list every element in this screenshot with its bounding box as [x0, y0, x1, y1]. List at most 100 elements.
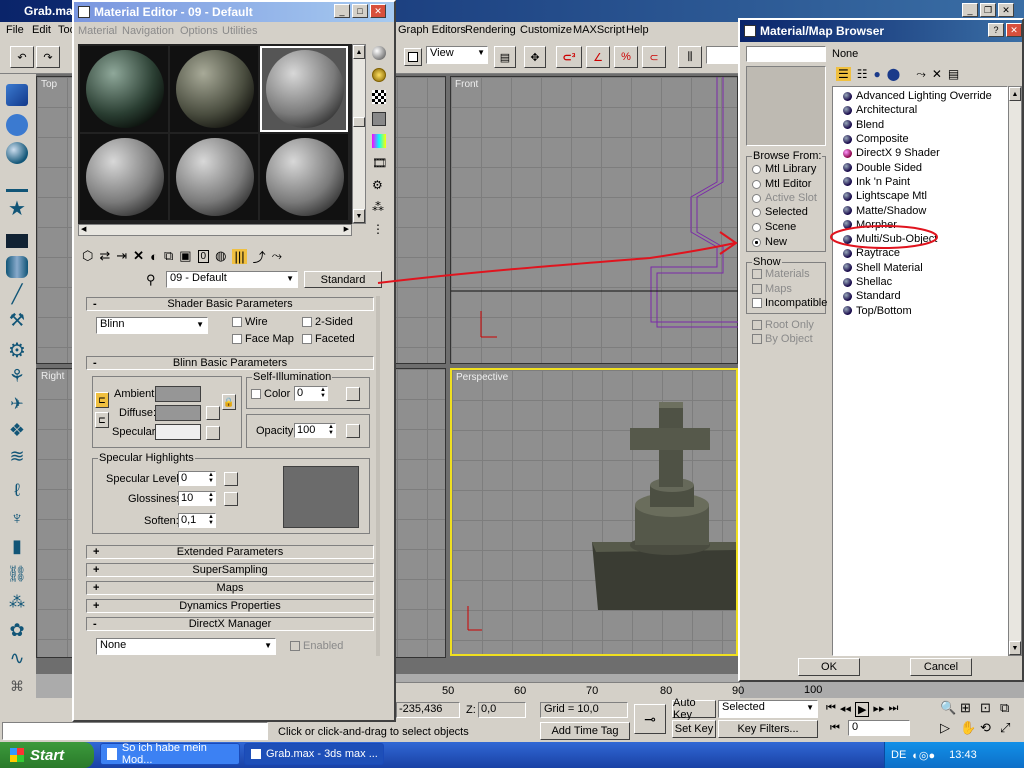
key-filters-button[interactable]: Key Filters... [718, 720, 818, 738]
list-item[interactable]: Double Sided [833, 160, 1007, 174]
med-maximize-icon[interactable]: □ [352, 4, 368, 18]
options-icon[interactable]: ⚙ [372, 178, 383, 192]
list-item[interactable]: Top/Bottom [833, 303, 1007, 317]
viewport-perspective[interactable]: Perspective [450, 368, 738, 656]
angle-snap-icon[interactable]: ∠ [586, 46, 610, 68]
list-item[interactable]: Architectural [833, 103, 1007, 117]
undo-icon[interactable]: ↶ [10, 46, 34, 68]
specular-swatch[interactable] [155, 424, 201, 440]
list-item[interactable]: Morpher [833, 218, 1007, 232]
show-maps-checkbox[interactable]: Maps [752, 283, 792, 295]
sample-uv-tiling-icon[interactable] [372, 112, 386, 126]
create-box-icon[interactable] [6, 84, 28, 106]
tray-icons[interactable]: ◐◎● [912, 749, 935, 762]
show-map-in-viewport-icon[interactable]: ◍ [215, 248, 226, 264]
diffuse-map-button[interactable] [206, 406, 220, 420]
update-scene-icon[interactable]: ⤳ [916, 67, 926, 82]
camera-icon[interactable] [6, 234, 28, 248]
frame-field[interactable]: 0 [848, 720, 910, 736]
med-scrollbar-track[interactable] [376, 296, 380, 656]
list-item[interactable]: Shell Material [833, 261, 1007, 275]
sample-slot-4[interactable] [80, 134, 168, 220]
background-checker-icon[interactable] [372, 90, 386, 104]
soften-spinner[interactable]: 0,1 ▲ ▼ [178, 513, 216, 528]
get-material-icon[interactable]: ⬡ [82, 248, 93, 264]
shader-rollout-header[interactable]: - Shader Basic Parameters [86, 297, 374, 311]
zoom-all-icon[interactable]: ⊞ [960, 700, 980, 716]
viewport-front[interactable]: Front [450, 76, 739, 364]
sample-slot-2[interactable] [170, 46, 258, 132]
scroll-right-icon[interactable]: ▶ [344, 225, 349, 233]
root-only-checkbox[interactable]: Root Only [752, 319, 814, 331]
rollout-dynamics-properties[interactable]: + Dynamics Properties [86, 599, 374, 613]
snap-3d-icon[interactable]: ⊂³ [556, 46, 582, 68]
list-item-multi-sub-object[interactable]: Multi/Sub-Object [833, 232, 1007, 246]
figure-icon[interactable]: ♆ [6, 508, 28, 530]
material-navigator-icon[interactable]: ⋮ [372, 222, 384, 236]
specular-level-map-button[interactable] [224, 472, 238, 486]
arc-rotate-icon[interactable]: ⟲ [980, 720, 1000, 736]
list-item[interactable]: Standard [833, 289, 1007, 303]
zoom-icon[interactable]: 🔍 [940, 700, 960, 716]
lock-ambient-diffuse-icon[interactable]: ⊏ [95, 392, 109, 408]
curve-icon[interactable]: ℓ [6, 480, 28, 502]
time-ruler[interactable]: 50 60 70 80 90 [396, 682, 744, 698]
zoom-extents-all-icon[interactable]: ⧉ [1000, 700, 1020, 716]
med-menu-material[interactable]: Material [78, 25, 117, 37]
scroll-thumb[interactable] [353, 117, 365, 127]
self-illum-spinner[interactable]: 0 ▲ ▼ [294, 386, 328, 401]
menu-customize[interactable]: Customize [520, 24, 572, 36]
field-of-view-icon[interactable]: ▷ [940, 720, 960, 736]
star-icon[interactable]: ★ [6, 196, 28, 220]
view-small-icons-icon[interactable]: ● [874, 67, 881, 81]
maxscript-listener[interactable] [2, 722, 268, 740]
reset-map-icon[interactable]: ✕ [133, 248, 144, 264]
by-object-checkbox[interactable]: By Object [752, 333, 813, 345]
bone-icon[interactable]: ╱ [6, 284, 28, 306]
teapot-icon[interactable] [6, 114, 28, 136]
minimize-icon[interactable]: _ [962, 3, 978, 17]
sample-slots-hscroll[interactable]: ◀ ▶ [78, 224, 352, 236]
close-icon[interactable]: ✕ [998, 3, 1014, 17]
two-sided-checkbox[interactable]: 2-Sided [302, 316, 353, 328]
face-map-checkbox[interactable]: Face Map [232, 333, 294, 345]
browse-selected-radio[interactable]: Selected [752, 206, 808, 218]
add-time-tag-button[interactable]: Add Time Tag [540, 722, 630, 740]
scroll-up-icon[interactable]: ▲ [1009, 87, 1021, 101]
specular-map-button[interactable] [206, 426, 220, 440]
bird-icon[interactable]: ✈ [6, 394, 28, 416]
material-name-field[interactable]: 09 - Default ▼ [166, 271, 298, 288]
go-forward-to-sibling-icon[interactable]: ⤳ [272, 248, 282, 264]
set-key-button[interactable]: Set Key [672, 720, 716, 738]
key-mode-toggle-icon[interactable]: ⏮ [830, 722, 840, 735]
list-item[interactable]: Advanced Lighting Override [833, 89, 1007, 103]
pick-material-icon[interactable]: ⚲ [146, 272, 156, 288]
next-frame-icon[interactable]: ▸▸ [873, 702, 884, 717]
shader-dropdown[interactable]: Blinn ▼ [96, 317, 208, 334]
diffuse-swatch[interactable] [155, 405, 201, 421]
scroll-up-icon[interactable]: ▲ [353, 45, 365, 59]
make-preview-icon[interactable]: 🎞 [372, 156, 387, 170]
play-icon[interactable]: ▶ [854, 702, 870, 717]
sample-slot-6[interactable] [260, 134, 348, 220]
browser-ok-button[interactable]: OK [798, 658, 860, 676]
browse-mtl-editor-radio[interactable]: Mtl Editor [752, 178, 811, 190]
sample-slots-scrollbar[interactable]: ▲ ▼ [352, 44, 366, 224]
list-item[interactable]: DirectX 9 Shader [833, 146, 1007, 160]
view-list-icon[interactable]: ☰ [836, 67, 851, 81]
help-icon[interactable]: ? [988, 23, 1004, 37]
put-to-scene-icon[interactable]: ⇄ [99, 248, 110, 264]
mirror-icon[interactable]: ⫼ [678, 46, 702, 68]
sample-slot-3-active[interactable] [260, 46, 348, 132]
browse-scene-radio[interactable]: Scene [752, 221, 796, 233]
particle-icon[interactable]: ⁂ [6, 592, 28, 614]
rollout-extended-parameters[interactable]: + Extended Parameters [86, 545, 374, 559]
select-manipulate-icon[interactable]: ✥ [524, 46, 546, 68]
backlight-icon[interactable] [372, 68, 386, 82]
rope-icon[interactable]: ∿ [6, 648, 28, 670]
med-menu-utilities[interactable]: Utilities [222, 25, 257, 37]
show-materials-checkbox[interactable]: Materials [752, 268, 810, 280]
faceted-checkbox[interactable]: Faceted [302, 333, 355, 345]
opacity-map-button[interactable] [346, 424, 360, 438]
scroll-left-icon[interactable]: ◀ [81, 225, 86, 233]
